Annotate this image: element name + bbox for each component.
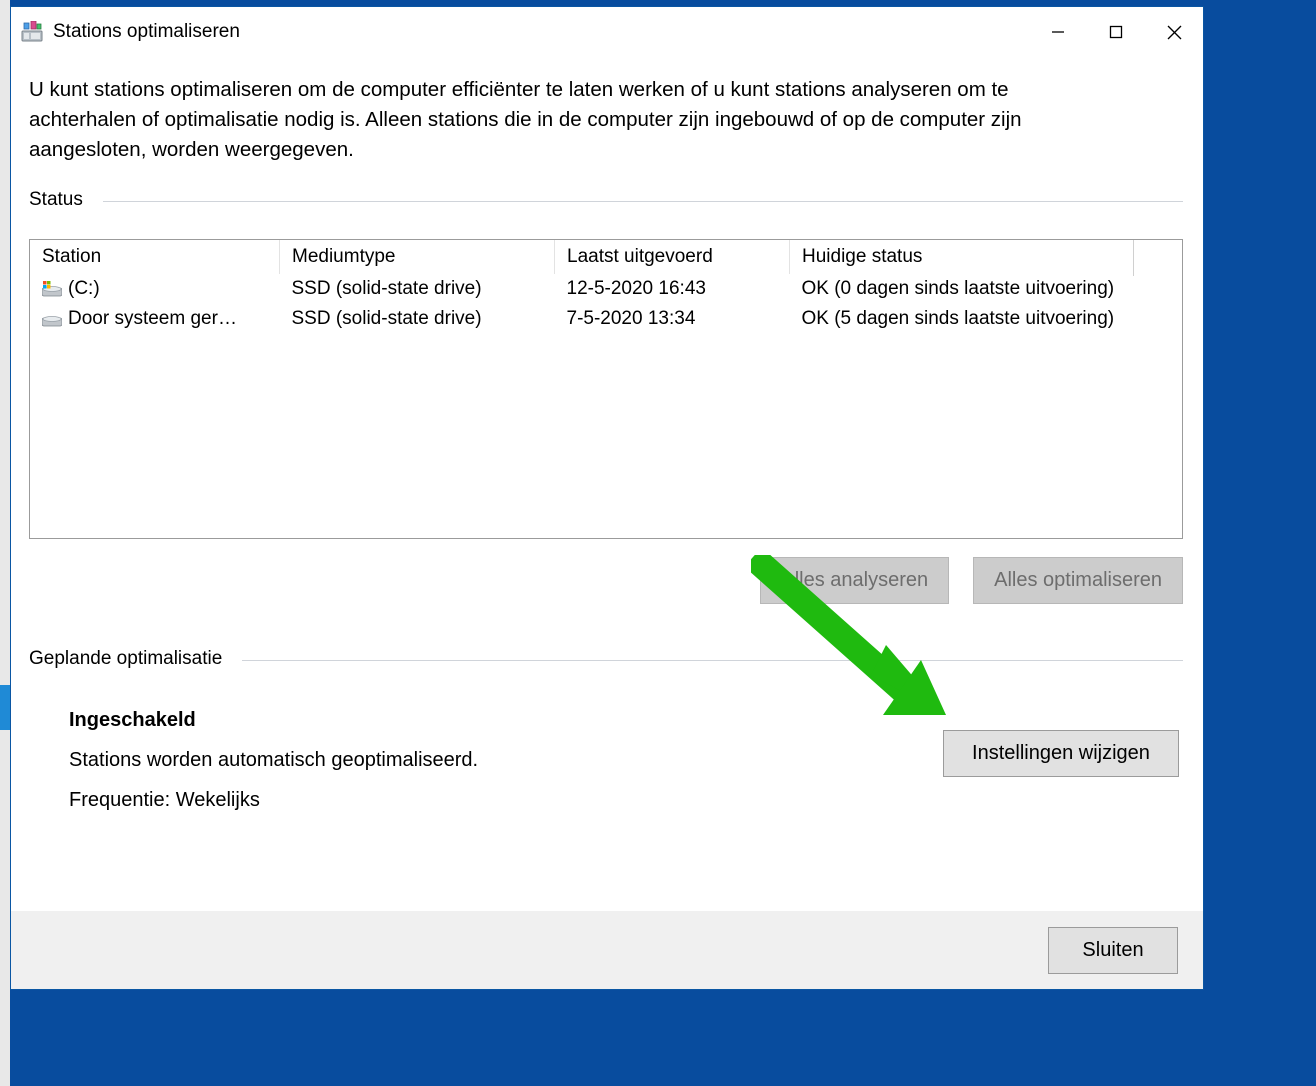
cell-media-type: SSD (solid-state drive) (280, 304, 555, 334)
header-last-run[interactable]: Laatst uitgevoerd (555, 240, 790, 274)
divider (242, 660, 1183, 661)
change-settings-button[interactable]: Instellingen wijzigen (943, 730, 1179, 777)
window-title: Stations optimaliseren (53, 21, 240, 43)
table-row[interactable]: (C:) SSD (solid-state drive) 12-5-2020 1… (30, 274, 1182, 304)
maximize-button[interactable] (1087, 13, 1145, 51)
minimize-button[interactable] (1029, 13, 1087, 51)
header-scroll-spacer (1133, 240, 1182, 276)
scheduled-section-header: Geplande optimalisatie (29, 648, 1183, 670)
table-row[interactable]: Door systeem ger… SSD (solid-state drive… (30, 304, 1182, 334)
header-media-type[interactable]: Mediumtype (280, 240, 555, 274)
drives-table-container: Station Mediumtype Laatst uitgevoerd Hui… (29, 239, 1183, 539)
optimize-all-button[interactable]: Alles optimaliseren (973, 557, 1183, 604)
status-section-header: Status (29, 189, 1183, 211)
cell-media-type: SSD (solid-state drive) (280, 274, 555, 304)
description-text: U kunt stations optimaliseren om de comp… (29, 75, 1099, 165)
dialog-footer: Sluiten (11, 911, 1203, 989)
header-station[interactable]: Station (30, 240, 280, 274)
analyze-all-button[interactable]: Alles analyseren (760, 557, 949, 604)
action-buttons-row: Alles analyseren Alles optimaliseren (29, 557, 1183, 604)
cell-last-run: 12-5-2020 16:43 (555, 274, 790, 304)
drive-icon (42, 281, 62, 297)
scheduled-frequency-text: Frequentie: Wekelijks (69, 780, 1183, 820)
titlebar: Stations optimaliseren (11, 7, 1203, 57)
drive-name: Door systeem ger… (68, 308, 237, 330)
cell-status: OK (5 dagen sinds laatste uitvoering) (790, 304, 1183, 334)
app-icon (21, 21, 43, 43)
close-dialog-button[interactable]: Sluiten (1048, 927, 1178, 974)
optimize-drives-dialog: Stations optimaliseren U kunt stations o… (10, 6, 1204, 990)
drive-icon (42, 311, 62, 327)
background-window-sliver (0, 0, 10, 1086)
header-current-status[interactable]: Huidige status (790, 240, 1183, 274)
drives-table: Station Mediumtype Laatst uitgevoerd Hui… (30, 240, 1182, 334)
divider (103, 201, 1183, 202)
table-header-row: Station Mediumtype Laatst uitgevoerd Hui… (30, 240, 1182, 274)
close-button[interactable] (1145, 13, 1203, 51)
cell-last-run: 7-5-2020 13:34 (555, 304, 790, 334)
drive-name: (C:) (68, 278, 100, 300)
scheduled-label: Geplande optimalisatie (29, 648, 242, 670)
background-selection-sliver (0, 685, 10, 730)
cell-status: OK (0 dagen sinds laatste uitvoering) (790, 274, 1183, 304)
status-label: Status (29, 189, 103, 211)
